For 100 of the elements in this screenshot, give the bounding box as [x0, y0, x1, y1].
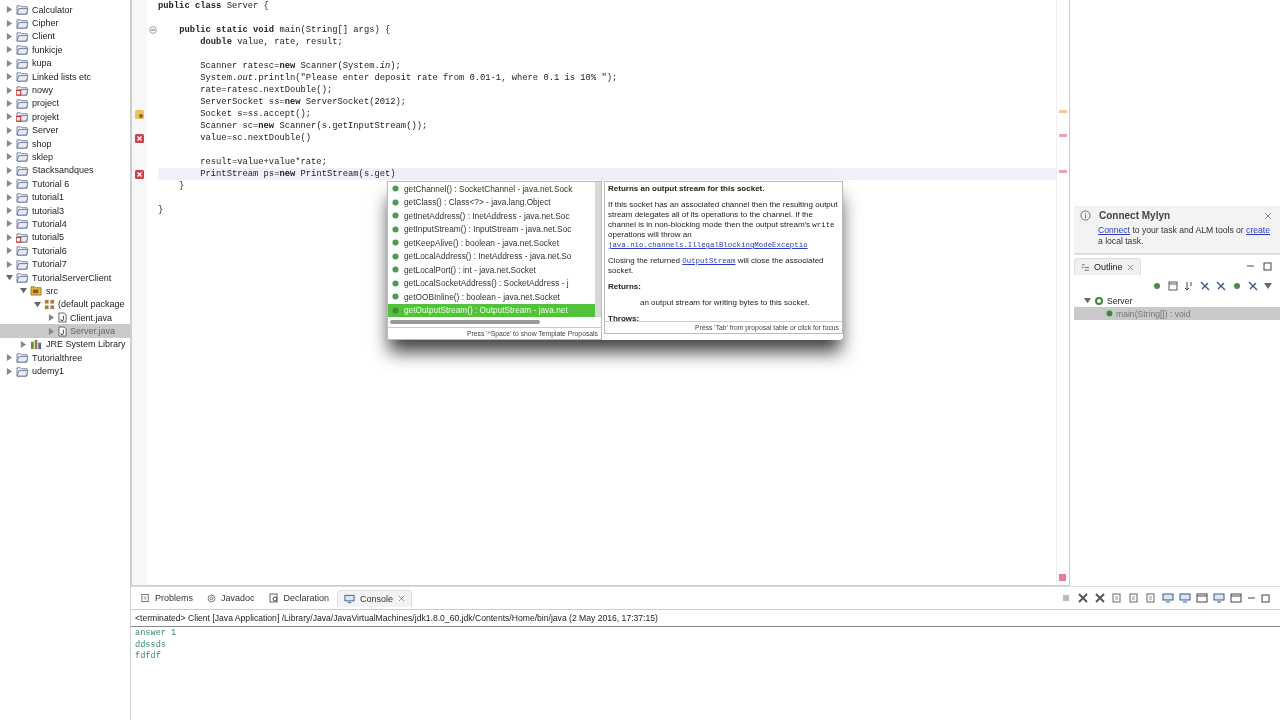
tree-item[interactable]: Tutorial7 [0, 257, 130, 271]
view-tab[interactable]: Console [337, 589, 413, 607]
maximize-icon[interactable] [1263, 262, 1272, 271]
collapsed-arrow-icon[interactable] [6, 207, 13, 215]
collapsed-arrow-icon[interactable] [6, 153, 13, 161]
expanded-arrow-icon[interactable] [1084, 297, 1091, 304]
tree-item[interactable]: funkicje [0, 43, 130, 57]
tree-item[interactable]: projekt [0, 110, 130, 124]
collapse-icon[interactable] [148, 26, 157, 34]
collapsed-arrow-icon[interactable] [6, 140, 13, 148]
proposal-item[interactable]: getClass() : Class<?> - java.lang.Object [388, 195, 595, 209]
tree-item[interactable]: sklep [0, 150, 130, 164]
page-icon[interactable] [1145, 593, 1157, 603]
proposal-item[interactable]: getOOBInline() : boolean - java.net.Socket [388, 290, 595, 304]
collapsed-arrow-icon[interactable] [6, 126, 13, 134]
proposal-item[interactable]: getLocalPort() : int - java.net.Socket [388, 263, 595, 277]
proposal-item[interactable]: getLocalAddress() : InetAddress - java.net.So [388, 249, 595, 263]
expanded-arrow-icon[interactable] [6, 274, 13, 281]
dot-icon[interactable] [1232, 281, 1242, 291]
sort-icon[interactable] [1184, 281, 1194, 291]
link[interactable]: Connect [1098, 225, 1130, 235]
monitor-icon[interactable] [1162, 593, 1174, 603]
link[interactable]: create [1246, 225, 1270, 235]
dropdown-icon[interactable] [1264, 283, 1272, 289]
tree-item[interactable]: (default package [0, 297, 130, 311]
outline-item[interactable]: Server [1074, 294, 1280, 307]
tree-item[interactable]: nowy [0, 83, 130, 97]
collapsed-arrow-icon[interactable] [20, 340, 27, 348]
proposal-item[interactable]: getLocalSocketAddress() : SocketAddress - j [388, 276, 595, 290]
overview-marker[interactable] [1059, 134, 1067, 137]
collapsed-arrow-icon[interactable] [6, 59, 13, 67]
close-icon[interactable] [1126, 263, 1134, 271]
page-icon[interactable] [1128, 593, 1140, 603]
dot-icon[interactable] [1152, 281, 1162, 291]
window-icon[interactable] [1196, 593, 1208, 603]
proposal-item[interactable]: getInetAddress() : InetAddress - java.net.Soc [388, 209, 595, 223]
close-icon[interactable] [398, 595, 406, 602]
overview-marker[interactable] [1059, 110, 1067, 113]
tree-item[interactable]: tutorial5 [0, 230, 130, 245]
tree-item[interactable]: Client.java [0, 311, 130, 325]
tree-item[interactable]: Stacksandques [0, 163, 130, 178]
collapsed-arrow-icon[interactable] [6, 46, 13, 54]
collapsed-arrow-icon[interactable] [6, 113, 13, 121]
view-tab[interactable]: Javadoc [201, 590, 261, 606]
collapsed-arrow-icon[interactable] [6, 367, 13, 375]
proposal-item[interactable]: getInputStream() : InputStream - java.net.Soc [388, 222, 595, 236]
tree-item[interactable]: Tutorialthree [0, 351, 130, 365]
tree-item[interactable]: JRE System Library [0, 337, 130, 352]
cross-icon[interactable] [1094, 593, 1106, 603]
close-icon[interactable] [1264, 211, 1272, 220]
view-tab[interactable]: Problems [135, 590, 199, 606]
overview-marker[interactable] [1059, 170, 1067, 173]
outline-tab[interactable]: Outline [1074, 258, 1141, 275]
proposal-item[interactable]: getKeepAlive() : boolean - java.net.Socket [388, 236, 595, 250]
stop-icon[interactable] [1060, 593, 1072, 603]
tree-item[interactable]: Linked lists etc [0, 69, 130, 84]
collapsed-arrow-icon[interactable] [6, 166, 13, 174]
tree-item[interactable]: Tutorial 6 [0, 177, 130, 191]
tree-item[interactable]: tutorial3 [0, 203, 130, 218]
tree-item[interactable]: Server.java [0, 324, 130, 338]
collapsed-arrow-icon[interactable] [6, 86, 13, 94]
tree-item[interactable]: Client [0, 29, 130, 44]
monitor-icon[interactable] [1179, 593, 1191, 603]
collapsed-arrow-icon[interactable] [6, 260, 13, 268]
tree-item[interactable]: kupa [0, 56, 130, 70]
tree-item[interactable]: udemy1 [0, 364, 130, 378]
collapsed-arrow-icon[interactable] [6, 180, 13, 188]
tree-item[interactable]: Cipher [0, 16, 130, 30]
monitor-icon[interactable] [1213, 593, 1225, 603]
tree-item[interactable]: TutorialServerClient [0, 270, 130, 285]
scrollbar[interactable] [390, 320, 540, 324]
collapsed-arrow-icon[interactable] [6, 73, 13, 81]
window-icon[interactable] [1168, 281, 1178, 291]
page-icon[interactable] [1111, 593, 1123, 603]
view-tab[interactable]: Declaration [262, 590, 336, 606]
tree-item[interactable]: Tutorial6 [0, 244, 130, 258]
tree-item[interactable]: shop [0, 136, 130, 151]
window-icon[interactable] [1230, 593, 1242, 603]
collapsed-arrow-icon[interactable] [6, 19, 13, 27]
cross-icon[interactable] [1077, 593, 1089, 603]
collapsed-arrow-icon[interactable] [48, 314, 55, 322]
collapsed-arrow-icon[interactable] [6, 32, 13, 40]
tree-item[interactable]: Server [0, 123, 130, 137]
collapsed-arrow-icon[interactable] [6, 6, 13, 14]
collapsed-arrow-icon[interactable] [6, 354, 13, 362]
collapsed-arrow-icon[interactable] [6, 193, 13, 201]
expanded-arrow-icon[interactable] [20, 287, 27, 295]
expanded-arrow-icon[interactable] [34, 300, 41, 308]
collapsed-arrow-icon[interactable] [6, 233, 13, 241]
collapsed-arrow-icon[interactable] [6, 247, 13, 255]
tree-item[interactable]: Calculator [0, 3, 130, 17]
collapsed-arrow-icon[interactable] [6, 99, 13, 107]
collapsed-arrow-icon[interactable] [48, 327, 55, 335]
tree-item[interactable]: tutorial1 [0, 190, 130, 204]
overview-marker[interactable] [1059, 574, 1066, 581]
proposal-item[interactable]: getChannel() : SocketChannel - java.net.Sock [388, 182, 595, 196]
tree-item[interactable]: project [0, 96, 130, 111]
tree-item[interactable]: Tutorial4 [0, 217, 130, 231]
maximize-icon[interactable] [1261, 593, 1270, 603]
collapsed-arrow-icon[interactable] [6, 220, 13, 228]
